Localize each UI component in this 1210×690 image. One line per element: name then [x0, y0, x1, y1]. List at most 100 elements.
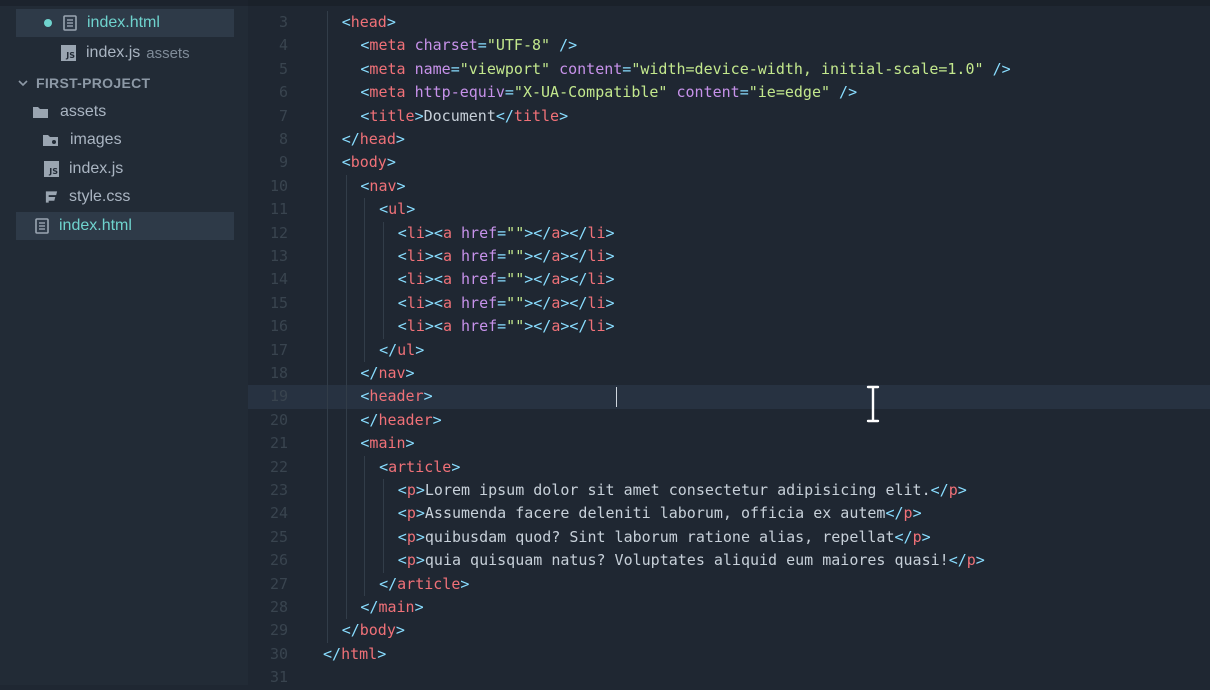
code-line[interactable]: 30 </html>	[248, 643, 1210, 666]
code-line[interactable]: 28 </main>	[248, 596, 1210, 619]
indent-guide	[327, 11, 328, 643]
code-token: >	[396, 176, 406, 195]
line-number: 17	[269, 340, 288, 359]
code-line[interactable]: 29 </body>	[248, 619, 1210, 642]
code-line[interactable]: 6 <meta http-equiv="X-UA-Compatible" cont…	[248, 81, 1210, 104]
code-token: ></	[560, 270, 588, 289]
code-token: title	[513, 106, 560, 125]
tree-item-label: style.css	[69, 188, 131, 205]
file-index-js[interactable]: JS index.js	[16, 155, 234, 183]
code-token: >	[415, 504, 425, 523]
code-token: head	[350, 13, 387, 31]
line-number: 9	[278, 153, 288, 172]
code-line[interactable]: 27 </article>	[248, 573, 1210, 596]
code-token: ><	[424, 223, 443, 242]
line-number: 6	[278, 83, 288, 102]
code-line[interactable]: 4 <meta charset="UTF-8" />	[248, 34, 1210, 57]
code-line[interactable]: 10 <nav>	[248, 175, 1210, 198]
code-token: <	[397, 270, 407, 289]
code-token: p	[406, 551, 416, 570]
code-line[interactable]: 18 </nav>	[248, 362, 1210, 385]
line-number: 28	[269, 598, 288, 616]
code-line[interactable]: 23 <p>Lorem ipsum dolor sit amet consecte…	[248, 479, 1210, 502]
code-token: <	[397, 293, 407, 312]
code-line[interactable]: 5 <meta name="viewport" content="width=de…	[248, 58, 1210, 81]
code-text: </html>	[323, 643, 386, 666]
code-line[interactable]: 22 <article>	[248, 456, 1210, 479]
sidebar-top-edge	[0, 0, 248, 6]
file-style-css[interactable]: style.css	[16, 183, 234, 211]
code-text: <ul>	[379, 198, 415, 221]
code-line[interactable]: 20 </header>	[248, 409, 1210, 432]
folder-assets[interactable]: assets	[16, 98, 234, 126]
code-token: title	[369, 106, 415, 125]
code-token: ul	[397, 340, 416, 359]
code-token: ul	[388, 200, 407, 219]
code-token: ><	[424, 293, 443, 312]
code-line[interactable]: 14 <li><a href=""></a></li>	[248, 268, 1210, 291]
code-text: <li><a href=""></a></li>	[398, 268, 615, 291]
code-token: ></	[524, 270, 552, 289]
code-token: p	[903, 504, 913, 523]
code-token: =	[477, 36, 487, 55]
code-token: href	[461, 247, 498, 265]
code-text: </nav>	[360, 362, 414, 385]
code-line[interactable]: 7 <title>Document</title>	[248, 105, 1210, 128]
open-file-index-js[interactable]: JS index.js assets	[16, 39, 234, 67]
line-number: 31	[269, 668, 288, 687]
code-token: ></	[524, 247, 552, 265]
code-token: quibusdam quod? Sint laborum ratione ali…	[424, 527, 895, 546]
code-line[interactable]: 9 <body>	[248, 151, 1210, 174]
html-file-icon	[34, 218, 49, 234]
folder-images[interactable]: images	[16, 126, 234, 154]
code-line[interactable]: 11 <ul>	[248, 198, 1210, 221]
code-token: li	[587, 247, 606, 265]
code-token: =	[497, 247, 507, 265]
code-token: main	[369, 434, 406, 453]
indent-guide	[364, 455, 366, 596]
code-line[interactable]: 24 <p>Assumenda facere deleniti laborum, …	[248, 502, 1210, 525]
code-line[interactable]: 31	[248, 666, 1210, 689]
code-token: <	[397, 527, 407, 546]
folder-open-icon	[32, 104, 50, 120]
code-token: =	[739, 83, 749, 102]
code-line[interactable]: 25 <p>quibusdam quod? Sint laborum ration…	[248, 526, 1210, 549]
code-token: a	[551, 270, 561, 289]
code-token: <	[397, 504, 407, 523]
code-line[interactable]: 3 <head>	[248, 11, 1210, 34]
code-line[interactable]: 16 <li><a href=""></a></li>	[248, 315, 1210, 338]
file-index-html[interactable]: index.html	[16, 212, 234, 240]
code-token: a	[551, 293, 561, 312]
code-token: p	[912, 527, 922, 546]
code-line[interactable]: 13 <li><a href=""></a></li>	[248, 245, 1210, 268]
code-text: <body>	[342, 151, 396, 174]
project-root-header[interactable]: FIRST-PROJECT	[18, 72, 150, 94]
code-token: a	[442, 293, 452, 312]
code-token: >	[975, 551, 985, 570]
code-text: <li><a href=""></a></li>	[398, 222, 615, 245]
open-file-index-html[interactable]: index.html	[16, 9, 234, 37]
code-token: article	[397, 574, 461, 593]
code-token: main	[378, 598, 415, 616]
code-line[interactable]: 15 <li><a href=""></a></li>	[248, 292, 1210, 315]
line-number: 14	[269, 270, 288, 289]
code-token: meta	[369, 59, 406, 78]
code-token: =	[497, 317, 507, 336]
code-token: "UTF-8"	[486, 36, 551, 55]
code-line[interactable]: 17 </ul>	[248, 339, 1210, 362]
code-token: Assumenda facere deleniti laborum, offic…	[424, 504, 886, 523]
code-line[interactable]: 21 <main>	[248, 432, 1210, 455]
code-text: <p>Lorem ipsum dolor sit amet consectetu…	[398, 479, 967, 502]
code-editor[interactable]: 3 <head> 4 <meta charset="UTF-8" /> 5 <meta n…	[248, 0, 1210, 686]
code-line[interactable]: 12 <li><a href=""></a></li>	[248, 222, 1210, 245]
code-token: ></	[524, 293, 552, 312]
code-token: html	[341, 644, 378, 663]
code-line[interactable]: 19 <header>	[248, 385, 1210, 409]
code-line[interactable]: 8 </head>	[248, 128, 1210, 151]
code-line[interactable]: 26 <p>quia quisquam natus? Voluptates ali…	[248, 549, 1210, 572]
code-text: <head>	[342, 11, 396, 34]
code-token: ></	[524, 223, 552, 242]
